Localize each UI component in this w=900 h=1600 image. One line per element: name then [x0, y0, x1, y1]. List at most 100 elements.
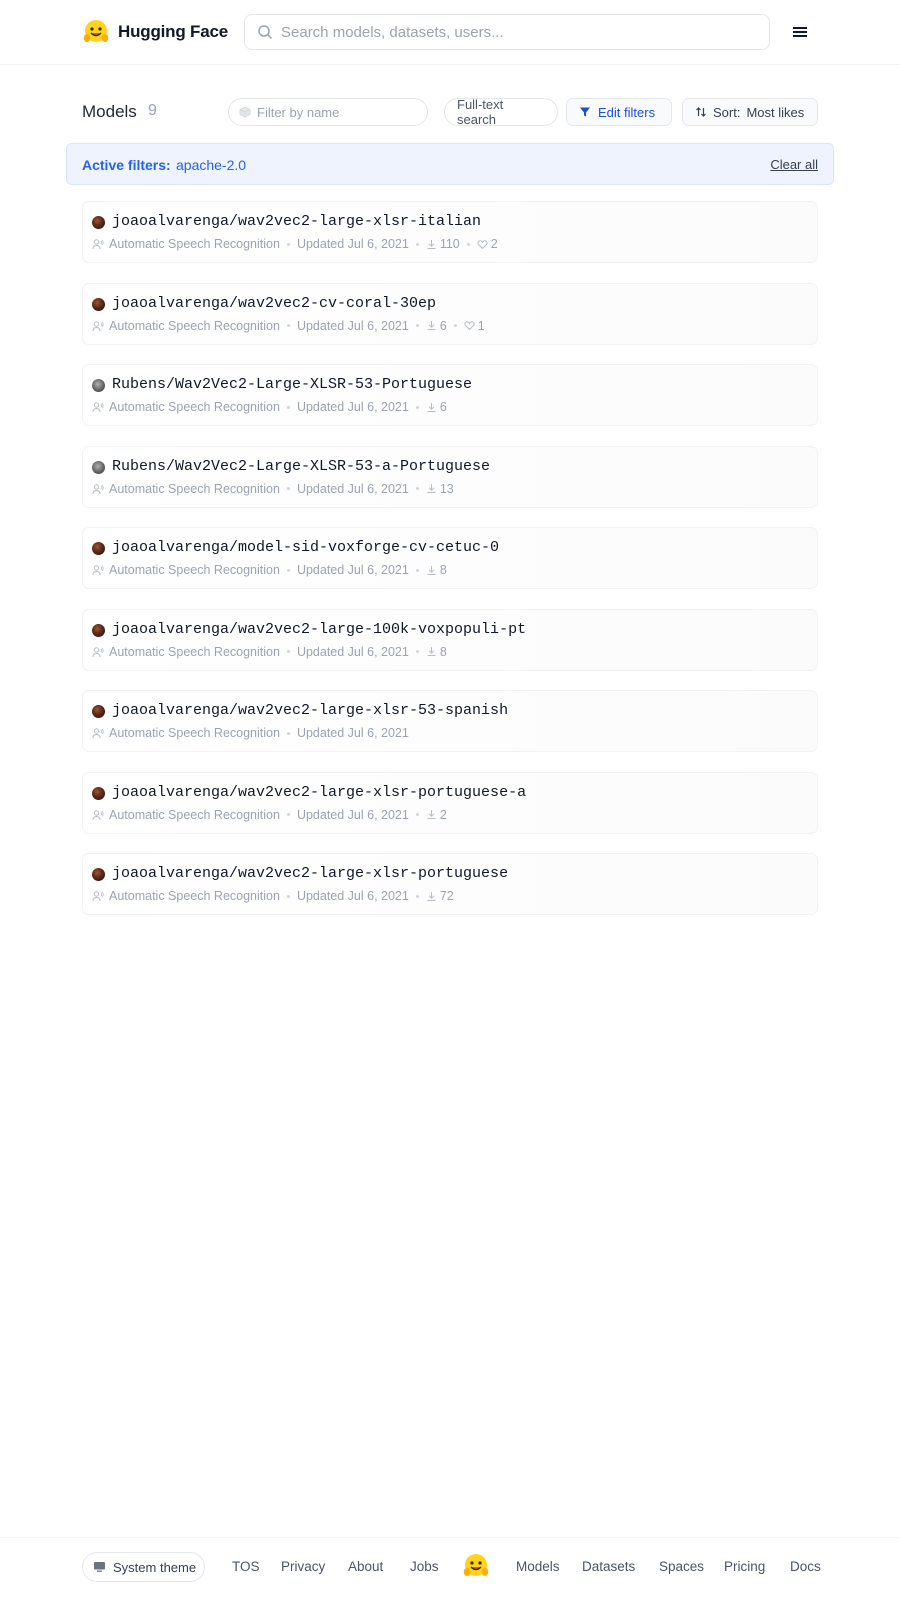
- model-meta: Automatic Speech Recognition Updated Jul …: [92, 726, 409, 740]
- speech-recognition-icon: [92, 891, 104, 902]
- model-downloads: 72: [439, 889, 454, 903]
- edit-filters-button[interactable]: Edit filters: [566, 98, 672, 126]
- active-filters-bar: Active filters: apache-2.0 Clear all: [66, 143, 834, 185]
- footer-link-privacy[interactable]: Privacy: [281, 1559, 325, 1574]
- model-card[interactable]: joaoalvarenga/model-sid-voxforge-cv-cetu…: [82, 527, 818, 589]
- model-downloads: 6: [439, 400, 447, 414]
- model-card[interactable]: Rubens/Wav2Vec2-Large-XLSR-53-Portuguese…: [82, 364, 818, 426]
- model-updated: Updated Jul 6, 2021: [296, 644, 409, 659]
- model-name[interactable]: joaoalvarenga/wav2vec2-large-xlsr-portug…: [112, 784, 526, 801]
- search-input[interactable]: [281, 23, 769, 41]
- footer-link-jobs[interactable]: Jobs: [410, 1559, 439, 1574]
- separator-dot: [286, 324, 290, 327]
- model-updated: Updated Jul 6, 2021: [296, 318, 409, 333]
- brand[interactable]: Hugging Face: [82, 18, 228, 46]
- model-meta: Automatic Speech Recognition Updated Jul …: [92, 400, 447, 414]
- model-card[interactable]: joaoalvarenga/wav2vec2-large-xlsr-53-spa…: [82, 690, 818, 752]
- footer-link-pricing[interactable]: Pricing: [724, 1559, 765, 1574]
- model-name[interactable]: Rubens/Wav2Vec2-Large-XLSR-53-a-Portugue…: [112, 458, 490, 475]
- model-name[interactable]: joaoalvarenga/wav2vec2-large-xlsr-53-spa…: [112, 702, 508, 719]
- download-icon: [427, 810, 436, 819]
- page-title: Models: [82, 102, 137, 121]
- avatar: [92, 705, 105, 718]
- filter-name-input[interactable]: [257, 104, 417, 120]
- model-meta: Automatic Speech Recognition Updated Jul …: [92, 482, 454, 496]
- model-updated: Updated Jul 6, 2021: [296, 400, 409, 414]
- footer-link-docs[interactable]: Docs: [790, 1559, 821, 1574]
- model-card[interactable]: joaoalvarenga/wav2vec2-large-100k-voxpop…: [82, 608, 818, 671]
- model-downloads: 2: [439, 807, 447, 822]
- active-filters-label: Active filters:: [82, 157, 171, 173]
- sort-button[interactable]: Sort: Most likes: [682, 98, 818, 126]
- model-downloads: 110: [439, 237, 460, 251]
- filter-by-name[interactable]: [228, 98, 428, 126]
- model-downloads: 8: [439, 644, 447, 659]
- model-card[interactable]: joaoalvarenga/wav2vec2-large-xlsr-portug…: [82, 771, 818, 834]
- model-name[interactable]: joaoalvarenga/wav2vec2-large-100k-voxpop…: [112, 621, 526, 638]
- download-icon: [427, 891, 436, 901]
- full-text-search-button[interactable]: Full-text search: [444, 97, 558, 127]
- top-header: Hugging Face: [0, 0, 900, 65]
- system-theme-button[interactable]: System theme: [82, 1552, 205, 1582]
- model-updated: Updated Jul 6, 2021: [296, 726, 409, 740]
- model-card[interactable]: Rubens/Wav2Vec2-Large-XLSR-53-a-Portugue…: [82, 445, 818, 508]
- separator-dot: [286, 731, 290, 735]
- model-name[interactable]: joaoalvarenga/wav2vec2-large-xlsr-italia…: [112, 213, 481, 230]
- active-filter-tag[interactable]: apache-2.0: [176, 157, 246, 173]
- model-updated: Updated Jul 6, 2021: [296, 237, 409, 251]
- hamburger-menu-icon[interactable]: [790, 22, 810, 42]
- model-name[interactable]: joaoalvarenga/wav2vec2-large-xlsr-portug…: [112, 865, 508, 882]
- edit-filters-label: Edit filters: [598, 104, 656, 120]
- global-search[interactable]: [244, 14, 770, 50]
- clear-all-link[interactable]: Clear all: [770, 157, 818, 172]
- separator-dot: [415, 813, 419, 816]
- model-task: Automatic Speech Recognition: [109, 563, 280, 577]
- model-card[interactable]: joaoalvarenga/wav2vec2-large-xlsr-portug…: [82, 853, 818, 915]
- model-task: Automatic Speech Recognition: [109, 889, 280, 903]
- model-card[interactable]: joaoalvarenga/wav2vec2-large-xlsr-italia…: [82, 201, 818, 263]
- separator-dot: [286, 405, 290, 409]
- model-name[interactable]: joaoalvarenga/model-sid-voxforge-cv-cetu…: [112, 539, 499, 556]
- search-icon: [258, 25, 273, 40]
- footer-link-datasets[interactable]: Datasets: [582, 1559, 635, 1574]
- download-icon: [427, 321, 436, 330]
- model-name[interactable]: joaoalvarenga/wav2vec2-cv-coral-30ep: [112, 295, 436, 312]
- footer: System theme TOS Privacy About Jobs Mode…: [0, 1537, 900, 1600]
- separator-dot: [286, 813, 290, 816]
- model-name[interactable]: Rubens/Wav2Vec2-Large-XLSR-53-Portuguese: [112, 376, 472, 393]
- footer-link-spaces[interactable]: Spaces: [659, 1559, 704, 1574]
- separator-dot: [415, 324, 419, 327]
- model-meta: Automatic Speech Recognition Updated Jul …: [92, 237, 498, 251]
- model-task: Automatic Speech Recognition: [109, 726, 280, 740]
- speech-recognition-icon: [92, 565, 104, 576]
- sort-label: Sort:: [713, 104, 741, 120]
- model-likes: 2: [490, 237, 498, 251]
- separator-dot: [286, 650, 290, 653]
- avatar: [92, 542, 105, 555]
- separator-dot: [286, 894, 290, 898]
- separator-dot: [466, 242, 470, 246]
- footer-link-models[interactable]: Models: [516, 1559, 560, 1574]
- full-text-search-label: Full-text search: [457, 97, 504, 127]
- model-updated: Updated Jul 6, 2021: [296, 481, 409, 496]
- model-task: Automatic Speech Recognition: [109, 400, 280, 414]
- system-theme-label: System theme: [113, 1559, 197, 1575]
- heart-icon: [464, 321, 475, 331]
- model-card[interactable]: joaoalvarenga/wav2vec2-cv-coral-30ep Auto…: [82, 282, 818, 345]
- download-icon: [427, 402, 436, 412]
- brand-name: Hugging Face: [118, 22, 228, 41]
- models-count: 9: [148, 102, 157, 119]
- hugging-face-footer-logo-icon[interactable]: [462, 1552, 490, 1580]
- sort-value: Most likes: [746, 104, 805, 120]
- footer-link-about[interactable]: About: [348, 1559, 383, 1574]
- speech-recognition-icon: [92, 402, 104, 413]
- speech-recognition-icon: [92, 728, 104, 739]
- avatar: [92, 297, 105, 311]
- model-downloads: 8: [439, 563, 447, 577]
- separator-dot: [415, 242, 419, 246]
- model-meta: Automatic Speech Recognition Updated Jul …: [92, 889, 454, 903]
- separator-dot: [415, 487, 419, 490]
- footer-link-tos[interactable]: TOS: [232, 1559, 260, 1574]
- avatar: [92, 216, 105, 229]
- sort-arrows-icon: [696, 107, 706, 117]
